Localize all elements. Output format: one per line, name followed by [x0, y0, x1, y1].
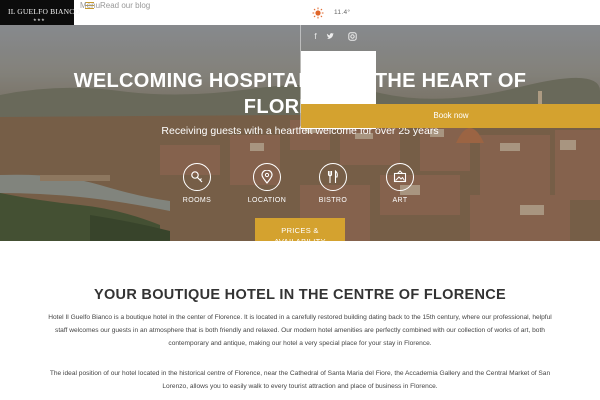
feature-bistro-label: Bistro	[318, 197, 348, 204]
feature-rooms-label: Rooms	[182, 197, 212, 204]
menu-button[interactable]: Menu	[80, 1, 100, 10]
hotel-logo[interactable]: IL GUELFO BIANCO ★★★	[0, 0, 80, 25]
top-bar: IL GUELFO BIANCO ★★★ Menu Read our blog …	[0, 0, 600, 25]
book-now-button[interactable]: Book now	[301, 104, 600, 128]
section-heading: Your boutique hotel in the centre of Flo…	[94, 287, 506, 303]
menu-label: Menu	[80, 1, 101, 10]
instagram-icon[interactable]	[348, 32, 357, 41]
blog-link[interactable]: Read our blog	[100, 1, 150, 10]
location-paragraph: The ideal position of our hotel located …	[49, 370, 551, 390]
facebook-icon[interactable]: f	[311, 32, 320, 41]
feature-art-label: Art	[392, 197, 408, 204]
intro-paragraph: Hotel Il Guelfo Bianco is a boutique hot…	[48, 314, 552, 347]
temperature-value: 11.4°	[334, 9, 351, 16]
map-pin-icon	[253, 163, 281, 191]
feature-links: Rooms Location Bistro Art	[178, 163, 428, 213]
logo-text: IL GUELFO BIANCO	[8, 7, 81, 16]
booking-side-panel: f EN Book now	[300, 25, 600, 129]
feature-bistro-link[interactable]: Bistro	[303, 163, 363, 204]
twitter-icon[interactable]	[326, 32, 335, 41]
room-key-icon	[183, 163, 211, 191]
sun-icon	[312, 7, 324, 19]
feature-location-label: Location	[247, 197, 287, 204]
prices-availability-button[interactable]: Prices & availability	[255, 218, 345, 241]
feature-location-link[interactable]: Location	[237, 163, 297, 204]
logo-stars: ★★★	[33, 17, 46, 22]
feature-rooms-link[interactable]: Rooms	[167, 163, 227, 204]
frame-icon	[386, 163, 414, 191]
fork-knife-icon	[319, 163, 347, 191]
feature-art-link[interactable]: Art	[370, 163, 430, 204]
